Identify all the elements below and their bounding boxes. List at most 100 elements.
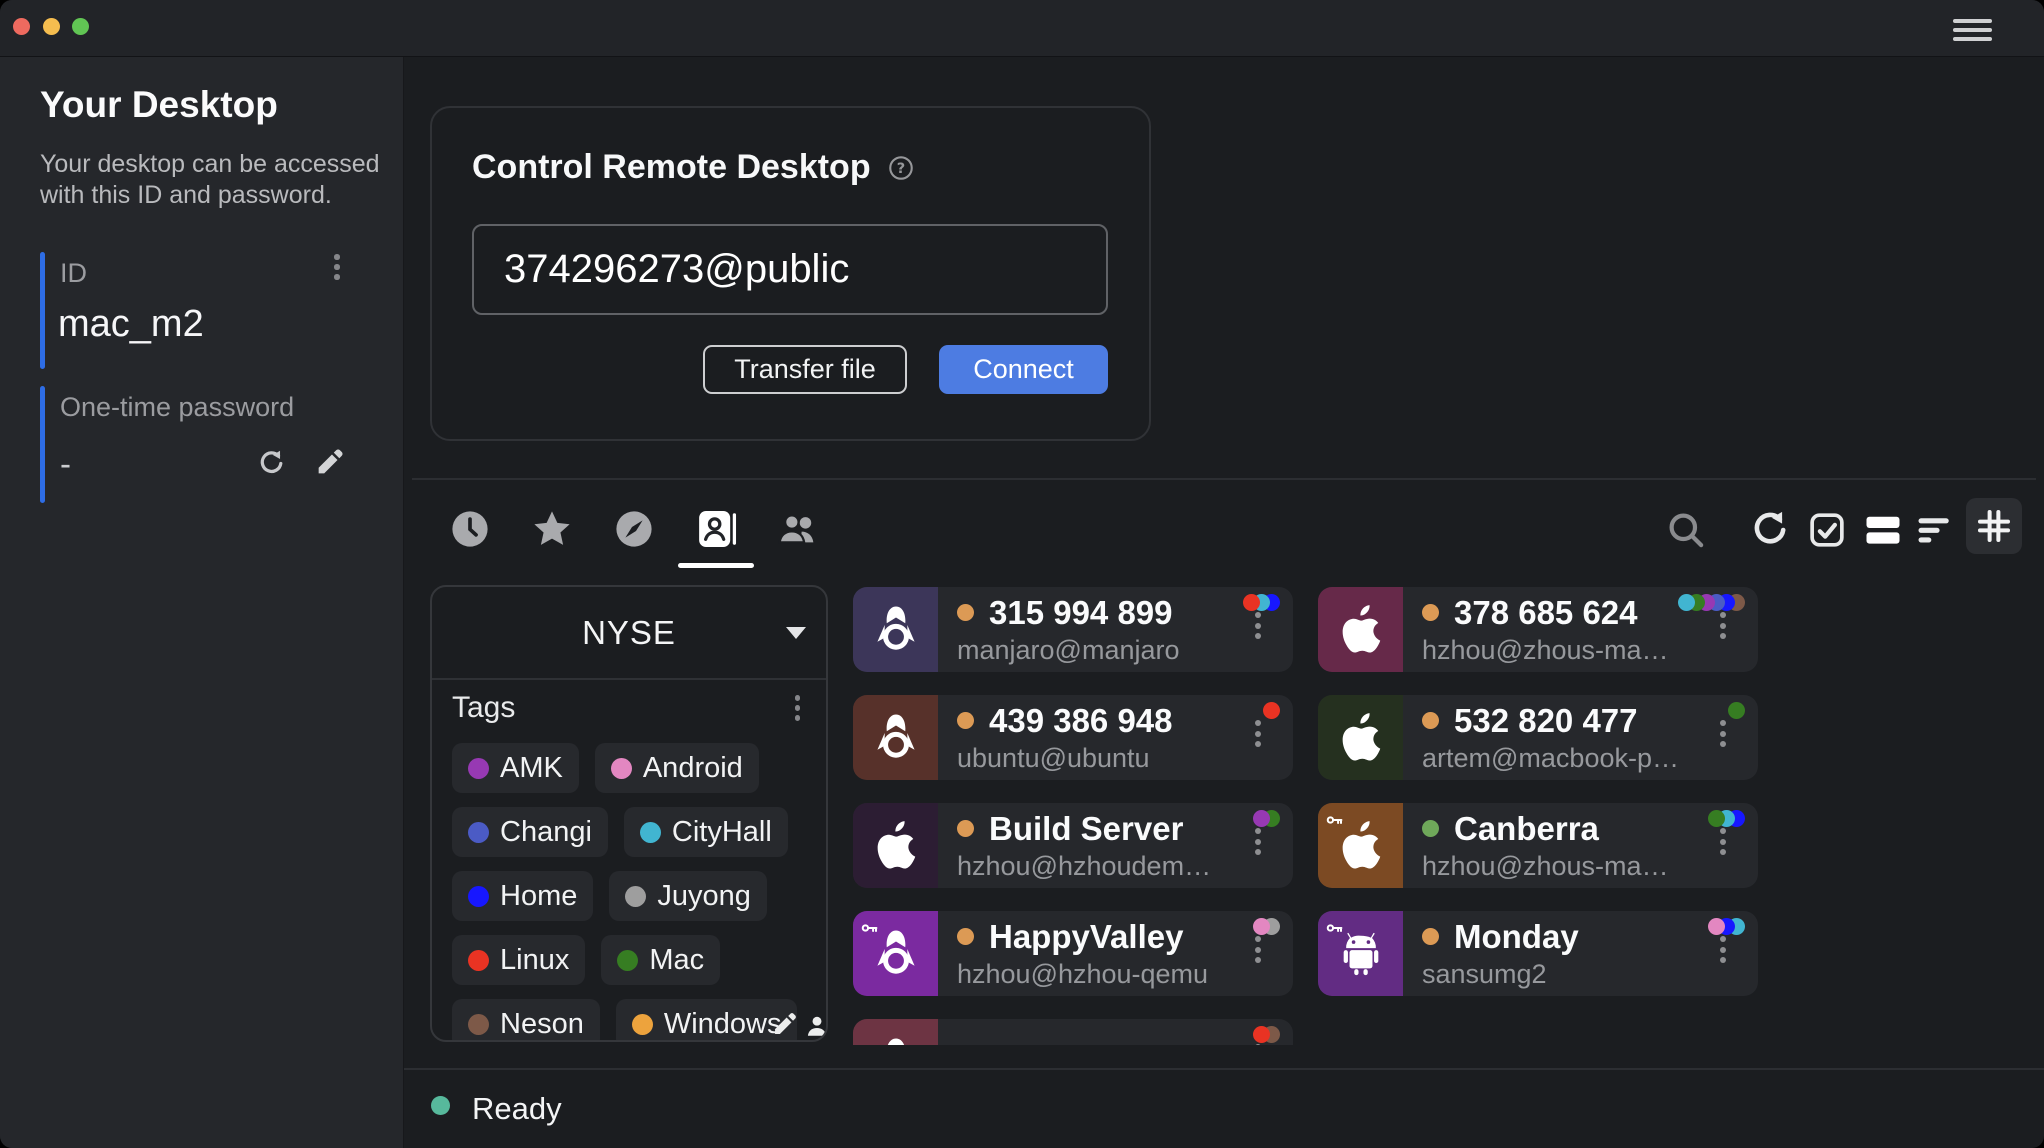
- device-name: Monday: [1454, 918, 1579, 956]
- tag-chip[interactable]: CityHall: [624, 807, 788, 857]
- chevron-down-icon: [786, 627, 806, 639]
- connection-status-dot: [431, 1096, 450, 1115]
- edit-password-icon[interactable]: [314, 447, 345, 483]
- device-menu-icon[interactable]: [1255, 720, 1261, 747]
- transfer-file-button[interactable]: Transfer file: [703, 345, 907, 394]
- my-address-icon[interactable]: [804, 1013, 828, 1042]
- svg-text:?: ?: [896, 160, 904, 177]
- id-accent-bar: [40, 252, 45, 369]
- device-tag-dots: [1260, 918, 1280, 935]
- device-menu-icon[interactable]: [1720, 612, 1726, 639]
- linux-icon: [867, 601, 925, 659]
- device-name: 439 386 948: [989, 702, 1173, 740]
- edit-tags-icon[interactable]: [771, 1011, 798, 1042]
- help-icon[interactable]: ?: [887, 154, 915, 182]
- title-bar: [0, 0, 2044, 57]
- id-menu-icon[interactable]: [334, 254, 340, 280]
- status-dot: [957, 604, 974, 621]
- close-window-button[interactable]: [13, 18, 30, 35]
- device-menu-icon[interactable]: [1720, 828, 1726, 855]
- os-tile: [1318, 695, 1403, 780]
- hamburger-menu-icon[interactable]: [1953, 19, 1992, 41]
- device-tag-dots: [1270, 702, 1280, 719]
- tag-chip[interactable]: Home: [452, 871, 593, 921]
- device-host: hzhou@zhous-macbook-...: [1422, 851, 1682, 882]
- password-value: -: [60, 445, 71, 483]
- device-card[interactable]: HappyValley hzhou@hzhou-qemu: [853, 911, 1293, 996]
- app-window: Your Desktop Your desktop can be accesse…: [0, 0, 2044, 1148]
- search-icon[interactable]: [1663, 507, 1709, 553]
- tag-chip[interactable]: Android: [595, 743, 759, 793]
- tab-address-book[interactable]: [693, 506, 739, 552]
- password-accent-bar: [40, 386, 45, 503]
- device-menu-icon[interactable]: [1255, 828, 1261, 855]
- connection-status-text: Ready: [472, 1091, 562, 1127]
- connect-button[interactable]: Connect: [939, 345, 1108, 394]
- device-card[interactable]: 439 386 948 ubuntu@ubuntu: [853, 695, 1293, 780]
- device-card[interactable]: Pulau: [853, 1019, 1293, 1045]
- select-checkbox-icon[interactable]: [1804, 507, 1850, 553]
- tags-menu-icon[interactable]: [795, 695, 801, 721]
- os-tile: [853, 911, 938, 996]
- id-value[interactable]: mac_m2: [58, 303, 204, 346]
- tag-chip[interactable]: Neson: [452, 999, 600, 1042]
- id-label: ID: [60, 258, 87, 289]
- tag-chip[interactable]: Juyong: [609, 871, 767, 921]
- session-tabs: [447, 506, 821, 552]
- apple-icon: [1341, 605, 1381, 655]
- sidebar-title: Your Desktop: [40, 84, 278, 126]
- device-host: hzhou@hzhoudemac-mini: [957, 851, 1217, 882]
- device-host: sansumg2: [1422, 959, 1579, 990]
- address-book-icon: [693, 506, 739, 552]
- device-menu-icon[interactable]: [1255, 936, 1261, 963]
- selected-address-book: NYSE: [582, 614, 676, 652]
- minimize-window-button[interactable]: [43, 18, 60, 35]
- os-tile: [1318, 911, 1403, 996]
- address-book-selector[interactable]: NYSE: [432, 587, 826, 680]
- grid-view-icon: [1973, 505, 2015, 547]
- tag-chip[interactable]: Changi: [452, 807, 608, 857]
- refresh-icon[interactable]: [1747, 507, 1793, 553]
- apple-icon: [1341, 821, 1381, 871]
- tab-group[interactable]: [775, 506, 821, 552]
- os-tile: [1318, 587, 1403, 672]
- tab-discovered[interactable]: [611, 506, 657, 552]
- zoom-window-button[interactable]: [72, 18, 89, 35]
- grid-view-button[interactable]: [1966, 498, 2022, 554]
- device-card[interactable]: 315 994 899 manjaro@manjaro: [853, 587, 1293, 672]
- device-menu-icon[interactable]: [1720, 936, 1726, 963]
- key-icon: [860, 918, 880, 938]
- device-card[interactable]: 532 820 477 artem@macbook-pro-3: [1318, 695, 1758, 780]
- card-title: Control Remote Desktop: [472, 148, 871, 187]
- device-name: 532 820 477: [1454, 702, 1638, 740]
- active-tab-underline: [678, 563, 754, 568]
- status-dot: [957, 820, 974, 837]
- device-menu-icon[interactable]: [1720, 720, 1726, 747]
- device-tag-dots: [1685, 594, 1745, 611]
- device-menu-icon[interactable]: [1255, 612, 1261, 639]
- os-tile: [853, 803, 938, 888]
- device-card[interactable]: Monday sansumg2: [1318, 911, 1758, 996]
- device-card[interactable]: Build Server hzhou@hzhoudemac-mini: [853, 803, 1293, 888]
- device-card[interactable]: Canberra hzhou@zhous-macbook-...: [1318, 803, 1758, 888]
- os-tile: [853, 587, 938, 672]
- tag-chip[interactable]: Mac: [601, 935, 720, 985]
- list-view-icon[interactable]: [1860, 507, 1906, 553]
- refresh-password-icon[interactable]: [256, 448, 287, 484]
- device-card[interactable]: 378 685 624 hzhou@zhous-macbook-...: [1318, 587, 1758, 672]
- tab-favorites[interactable]: [529, 506, 575, 552]
- device-tag-dots: [1735, 702, 1745, 719]
- key-icon: [1325, 810, 1345, 830]
- device-grid: 315 994 899 manjaro@manjaro 439 386 948: [853, 587, 1763, 1045]
- key-icon: [1325, 918, 1345, 938]
- sort-by-icon[interactable]: [1912, 507, 1958, 553]
- device-tag-dots: [1715, 810, 1745, 827]
- tag-chip[interactable]: Linux: [452, 935, 585, 985]
- device-tag-dots: [1715, 918, 1745, 935]
- tab-recent-sessions[interactable]: [447, 506, 493, 552]
- remote-id-input[interactable]: [472, 224, 1108, 315]
- tag-chip[interactable]: AMK: [452, 743, 579, 793]
- linux-icon: [867, 709, 925, 767]
- device-menu-icon[interactable]: [1255, 1044, 1261, 1045]
- device-host: hzhou@zhous-macbook-...: [1422, 635, 1682, 666]
